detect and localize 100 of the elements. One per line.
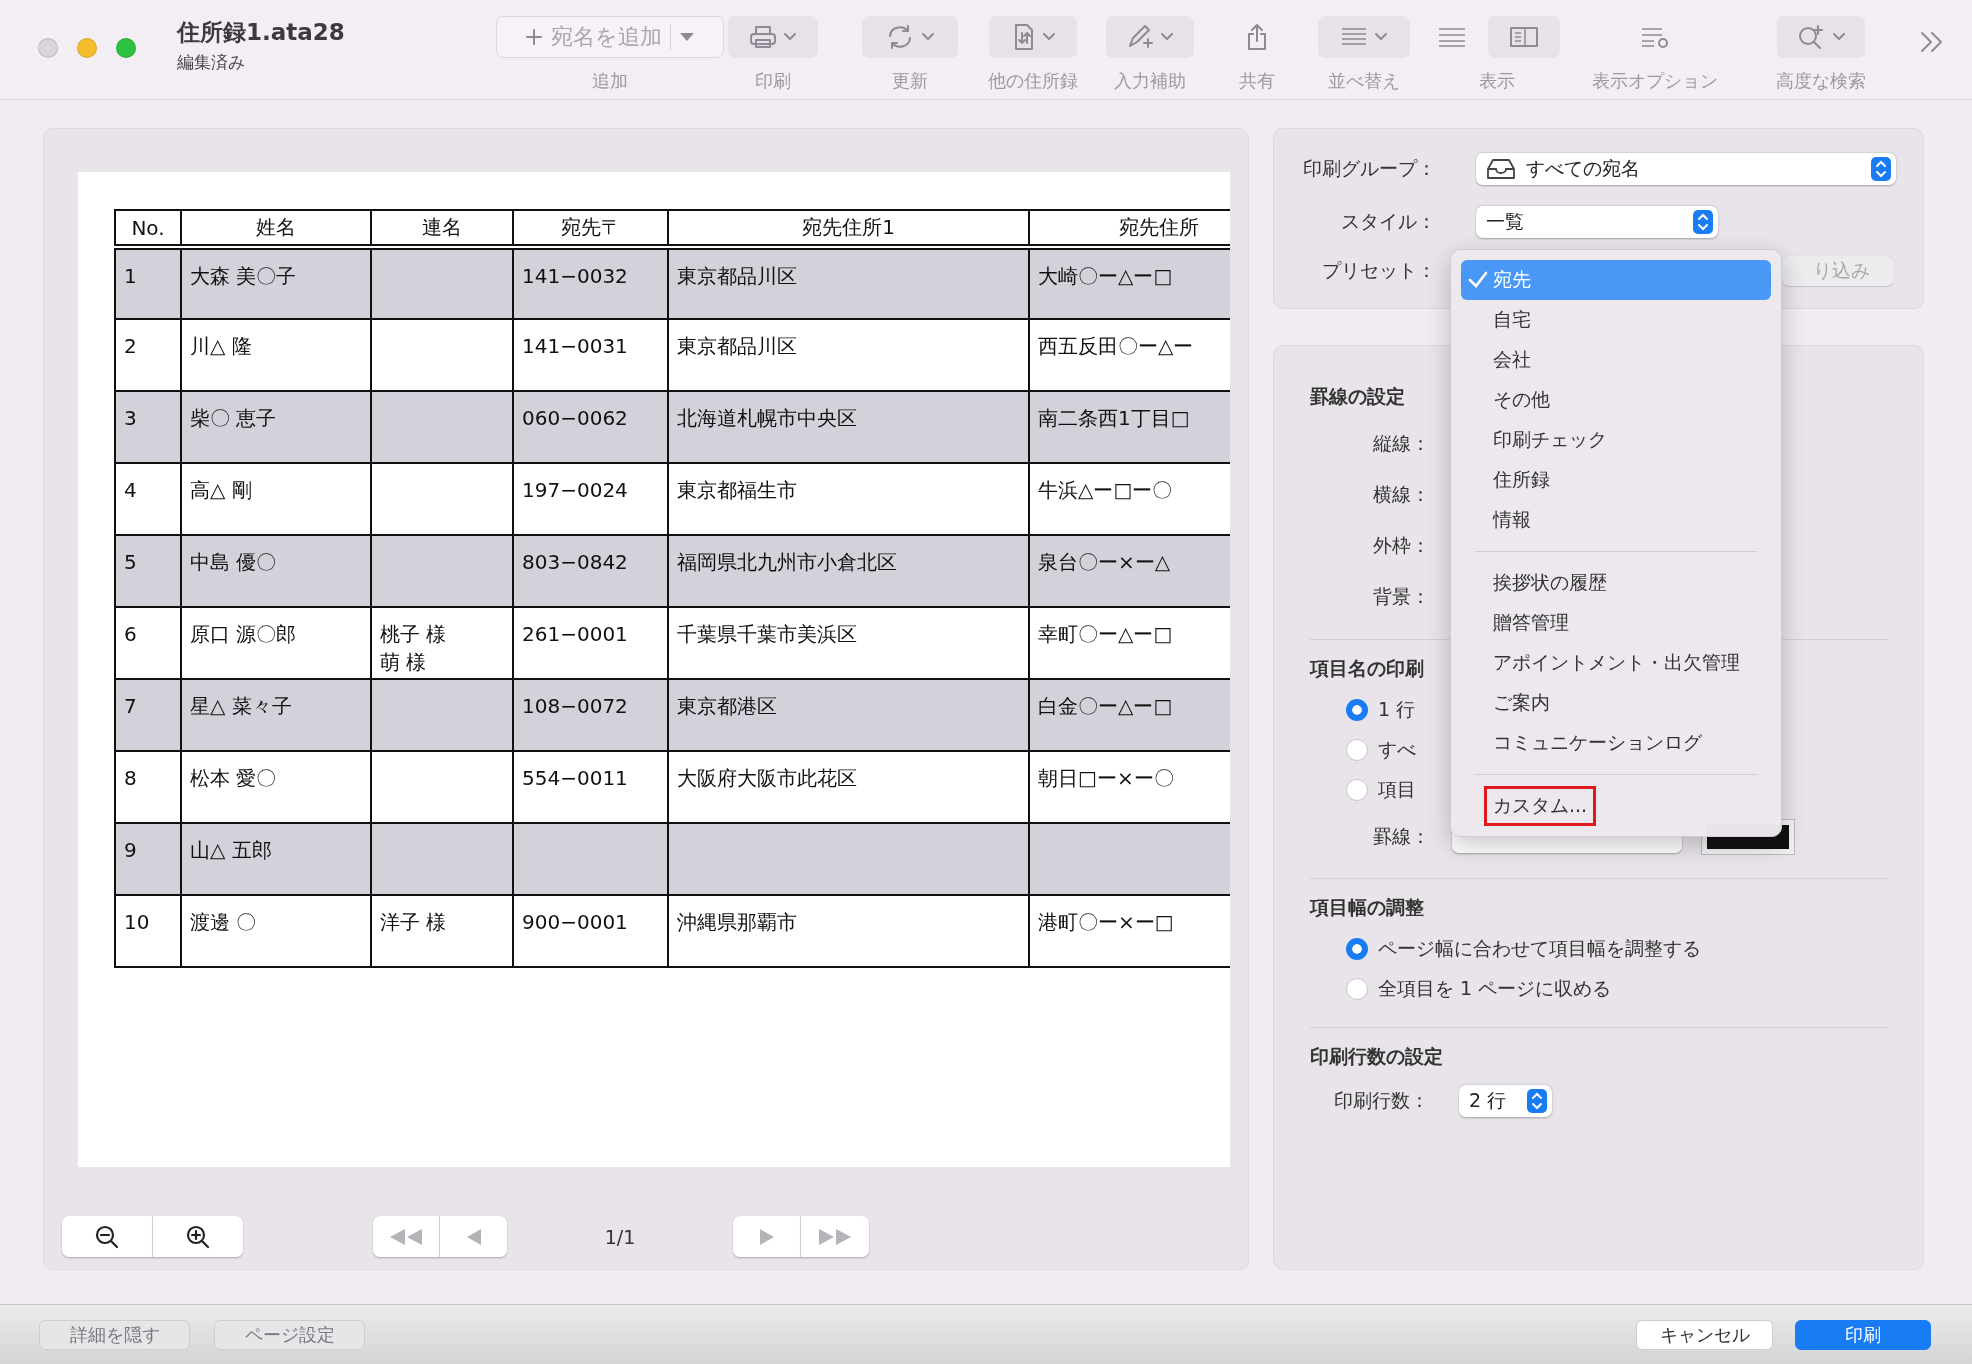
chevron-down-icon <box>921 32 935 42</box>
table-cell: 197−0024 <box>522 478 628 502</box>
table-cell: 山△ 五郎 <box>190 838 272 862</box>
table-cell: 261−0001 <box>522 622 628 646</box>
next-page-button[interactable] <box>733 1216 801 1257</box>
table-cell: 朝日□ー×ー〇 <box>1038 766 1174 790</box>
toolbar-label: 表示 <box>1479 69 1515 93</box>
column-header: 連名 <box>422 215 462 239</box>
window-subtitle: 編集済み <box>177 51 246 74</box>
table-cell: 幸町〇ー△ー□ <box>1038 622 1173 646</box>
radio-button[interactable] <box>1346 699 1368 721</box>
zoom-in-icon <box>185 1223 211 1250</box>
table-cell: 川△ 隆 <box>190 334 252 358</box>
line-count-popup[interactable]: 2 行 <box>1459 1085 1552 1117</box>
table-cell: 東京都品川区 <box>677 334 797 358</box>
table-cell: 9 <box>124 838 137 862</box>
toolbar-label: 印刷 <box>754 69 791 93</box>
print-button[interactable] <box>727 16 818 58</box>
sort-button[interactable] <box>1317 16 1410 58</box>
zoom-in-button[interactable] <box>153 1216 243 1257</box>
left-triangle-icon <box>465 1227 482 1246</box>
column-header: 宛先〒 <box>560 215 621 239</box>
menu-item[interactable]: 自宅 <box>1461 300 1771 340</box>
table-cell: 10 <box>124 910 150 934</box>
lines-gear-icon <box>1639 25 1670 49</box>
field-label: 印刷行数： <box>1334 1088 1430 1113</box>
lines-icon <box>1339 27 1368 47</box>
toolbar-label: 入力補助 <box>1114 69 1187 93</box>
more-icon[interactable] <box>1918 30 1945 54</box>
table-cell: 原口 源〇郎 <box>190 622 297 646</box>
print-button[interactable]: 印刷 <box>1795 1319 1931 1350</box>
toolbar-label: 表示オプション <box>1591 69 1718 93</box>
minimize-button[interactable] <box>77 38 97 58</box>
previous-page-button[interactable] <box>440 1216 507 1257</box>
menu-item[interactable]: 印刷チェック <box>1461 420 1771 460</box>
last-page-button[interactable] <box>801 1216 869 1257</box>
close-button[interactable] <box>38 38 58 58</box>
radio-button[interactable] <box>1346 739 1368 761</box>
chevron-down-icon <box>1160 32 1175 42</box>
radio-button[interactable] <box>1346 938 1368 960</box>
menu-item[interactable]: 住所録 <box>1461 460 1771 500</box>
field-label: 縦線： <box>1372 430 1430 456</box>
table-cell: 8 <box>124 766 137 790</box>
menu-item[interactable]: 贈答管理 <box>1461 603 1771 643</box>
table-cell: 港町〇ー×ー□ <box>1038 910 1174 934</box>
column-header: 宛先住所 <box>1119 215 1199 239</box>
menu-item[interactable]: カスタム... <box>1461 786 1771 826</box>
menu-item[interactable]: アポイントメント・出欠管理 <box>1461 643 1771 683</box>
double-right-icon <box>818 1227 852 1246</box>
field-label: 印刷グループ： <box>1302 155 1437 181</box>
menu-item[interactable]: 情報 <box>1461 500 1771 540</box>
table-cell: 5 <box>124 550 137 574</box>
field-label: スタイル： <box>1340 208 1437 234</box>
plus-icon <box>524 28 543 46</box>
menu-item[interactable]: その他 <box>1461 380 1771 420</box>
zoom-button[interactable] <box>116 38 136 58</box>
radio-button[interactable] <box>1346 978 1368 1000</box>
page-setup-button[interactable]: ページ設定 <box>214 1319 365 1350</box>
table-cell: 洋子 様 <box>380 910 447 934</box>
table-cell-text: 萌 様 <box>380 649 427 676</box>
first-page-button[interactable] <box>373 1216 440 1257</box>
menu-item[interactable]: ご案内 <box>1461 683 1771 723</box>
table-cell: 803−0842 <box>522 550 628 574</box>
input-assist-button[interactable] <box>1106 16 1195 58</box>
stepper-icon <box>1527 1089 1547 1113</box>
table-cell: 泉台〇ー×ー△ <box>1038 550 1171 574</box>
pen-plus-icon <box>1126 24 1155 50</box>
style-popup[interactable]: 一覧 <box>1476 205 1718 238</box>
refresh-button[interactable] <box>862 16 958 58</box>
list-icon <box>1438 27 1466 47</box>
radio-button[interactable] <box>1346 779 1368 801</box>
other-address-book-button[interactable] <box>988 16 1077 58</box>
cancel-button[interactable]: キャンセル <box>1636 1319 1773 1350</box>
field-label: 外枠： <box>1372 532 1430 558</box>
toolbar-label: 他の住所録 <box>987 69 1078 93</box>
stepper-icon <box>1693 209 1713 234</box>
caret-icon <box>678 32 695 42</box>
advanced-search-button[interactable] <box>1776 16 1865 58</box>
menu-item[interactable]: 会社 <box>1461 340 1771 380</box>
share-icon <box>1245 23 1268 51</box>
field-label: 罫線： <box>1372 824 1430 849</box>
section-title: 印刷行数の設定 <box>1310 1044 1443 1068</box>
table-cell: 星△ 菜々子 <box>190 694 292 718</box>
detail-view-button[interactable] <box>1488 16 1560 58</box>
zoom-out-button[interactable] <box>62 1216 153 1257</box>
table-cell: 牛浜△ー□ー〇 <box>1038 478 1173 502</box>
print-group-popup[interactable]: すべての宛名 <box>1476 152 1896 185</box>
table-cell: 白金〇ー△ー□ <box>1038 694 1173 718</box>
section-title: 項目幅の調整 <box>1310 895 1424 919</box>
tray-icon <box>1486 157 1516 180</box>
toolbar-label: 更新 <box>892 69 928 93</box>
toolbar-label: 追加 <box>591 69 628 93</box>
table-cell: 141−0032 <box>522 264 628 288</box>
table-cell: 渡邊 〇 <box>190 910 257 934</box>
table-cell: 東京都港区 <box>677 694 777 718</box>
radio-label: ページ幅に合わせて項目幅を調整する <box>1378 936 1701 961</box>
menu-item[interactable]: 挨拶状の履歴 <box>1461 563 1771 603</box>
menu-item[interactable]: コミュニケーションログ <box>1461 723 1771 763</box>
check-icon <box>1468 271 1488 289</box>
hide-details-button[interactable]: 詳細を隠す <box>39 1319 190 1350</box>
